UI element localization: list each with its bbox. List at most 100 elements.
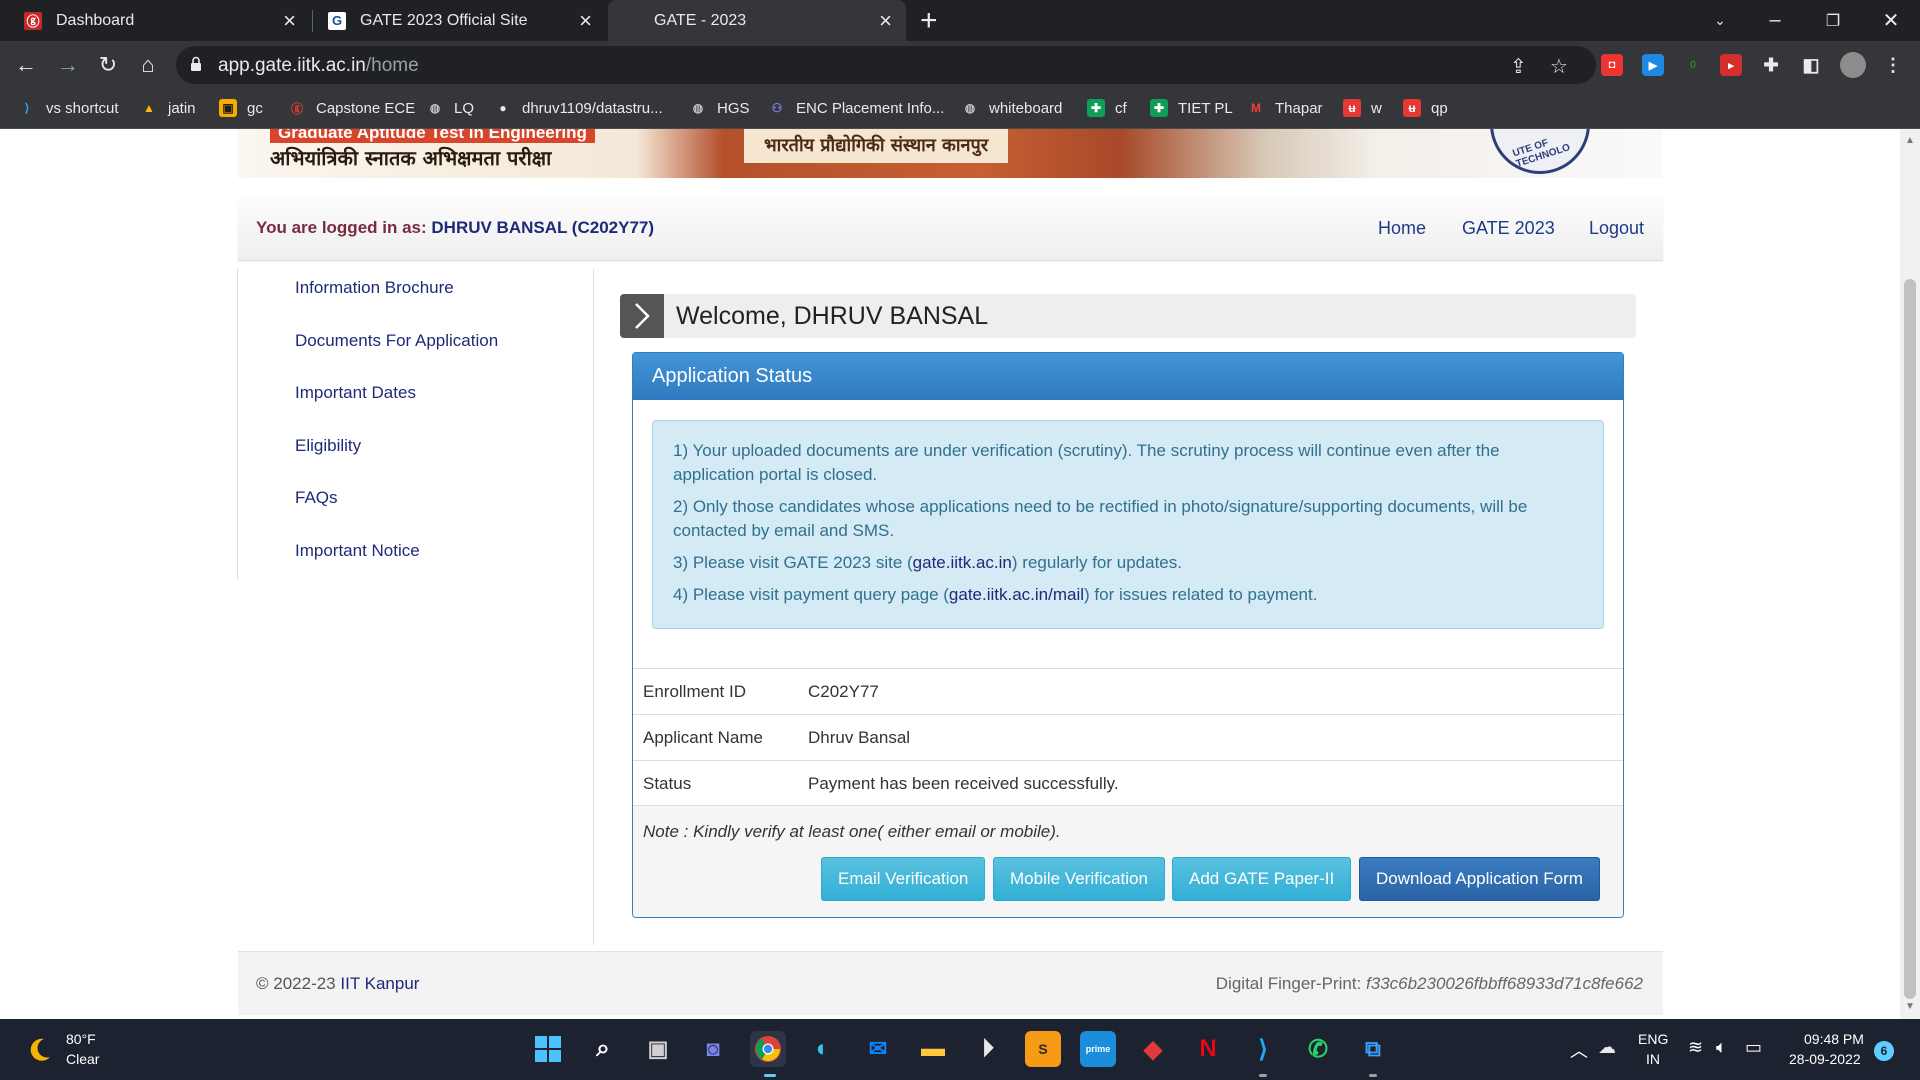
bookmark-tiet-pl[interactable]: ✚ TIET PL <box>1150 99 1233 117</box>
sublime-text-icon[interactable]: S <box>1025 1031 1061 1067</box>
page-viewport: Graduate Aptitude Test in Engineering अभ… <box>0 129 1900 1019</box>
bookmark-whiteboard[interactable]: ◍ whiteboard <box>961 99 1063 117</box>
profile-avatar[interactable] <box>1840 52 1866 78</box>
battery-icon[interactable]: ▭ <box>1745 1037 1762 1058</box>
counter-extension-icon[interactable]: 0 <box>1682 54 1704 76</box>
alert-text: 4) Please visit payment query page ( <box>673 585 949 604</box>
mobile-verification-button[interactable]: Mobile Verification <box>993 857 1165 901</box>
url-host: app.gate.iitk.ac.in <box>218 55 366 76</box>
chrome-icon[interactable] <box>750 1031 786 1067</box>
share-icon[interactable]: ⇪ <box>1510 54 1527 79</box>
bookmark-vs-shortcut[interactable]: ⟩ vs shortcut <box>18 99 119 117</box>
close-tab-icon[interactable]: × <box>879 8 892 34</box>
weather-temperature: 80°F <box>66 1031 96 1047</box>
bookmark-qp[interactable]: ʉ qp <box>1403 99 1448 117</box>
sidebar-item-faqs[interactable]: FAQs <box>295 488 338 508</box>
screen-recorder-icon[interactable]: ⧉ <box>1355 1031 1391 1067</box>
windows-start-icon[interactable] <box>530 1031 566 1067</box>
alert-line-4: 4) Please visit payment query page (gate… <box>673 583 1583 607</box>
application-status-panel: Application Status 1) Your uploaded docu… <box>632 352 1624 918</box>
bookmark-gc[interactable]: ▣ gc <box>219 99 263 117</box>
bookmark-enc-placement[interactable]: ⚇ ENC Placement Info... <box>768 99 945 117</box>
logged-in-label: You are logged in as: DHRUV BANSAL (C202… <box>256 218 654 238</box>
forward-arrow-icon[interactable]: → <box>52 49 84 81</box>
close-tab-icon[interactable]: × <box>283 8 296 34</box>
moon-icon[interactable] <box>24 1035 54 1065</box>
add-gate-paper-ii-button[interactable]: Add GATE Paper-II <box>1172 857 1352 901</box>
nav-gate-2023-link[interactable]: GATE 2023 <box>1462 218 1555 239</box>
clock-time[interactable]: 09:48 PM <box>1804 1031 1864 1047</box>
scroll-up-icon[interactable]: ▲ <box>1905 135 1915 146</box>
tab-gate-2023[interactable]: GATE - 2023 × <box>608 0 906 41</box>
home-icon[interactable]: ⌂ <box>132 49 164 81</box>
search-icon[interactable]: ⌕ <box>585 1031 621 1067</box>
tab-dashboard[interactable]: ⓖ Dashboard × <box>10 0 310 41</box>
sidebar-item-information-brochure[interactable]: Information Brochure <box>295 278 454 298</box>
gate-site-link[interactable]: gate.iitk.ac.in <box>913 553 1012 572</box>
volume-icon[interactable]: 🔈︎ <box>1716 1037 1727 1058</box>
chevron-up-icon[interactable]: ︿ <box>1570 1037 1588 1063</box>
chat-icon[interactable]: ◙ <box>695 1031 731 1067</box>
download-application-form-button[interactable]: Download Application Form <box>1359 857 1600 901</box>
edge-icon[interactable]: ◐ <box>805 1031 841 1067</box>
globe-icon: ◍ <box>429 101 441 115</box>
enrollment-id-value: C202Y77 <box>798 668 1623 715</box>
bookmark-thapar[interactable]: M Thapar <box>1247 99 1323 117</box>
tab-search-icon[interactable]: ⌄ <box>1695 0 1745 41</box>
email-verification-button[interactable]: Email Verification <box>821 857 986 901</box>
bookmark-cf[interactable]: ✚ cf <box>1087 99 1127 117</box>
screen-capture-extension-icon[interactable]: ▶ <box>1642 54 1664 76</box>
sidebar-item-important-notice[interactable]: Important Notice <box>295 541 420 561</box>
mail-icon[interactable]: ✉ <box>860 1031 896 1067</box>
bookmark-w[interactable]: ʉw <box>1343 99 1382 117</box>
chrome-menu-icon[interactable]: ⋮ <box>1882 54 1904 76</box>
nav-logout-link[interactable]: Logout <box>1589 218 1644 239</box>
bookmark-lq[interactable]: ◍ LQ <box>426 99 474 117</box>
scroll-down-icon[interactable]: ▼ <box>1905 1001 1915 1012</box>
tray-app-icon[interactable]: ☁ <box>1598 1037 1616 1058</box>
youtube-extension-icon[interactable]: ▸ <box>1720 54 1742 76</box>
region-indicator: IN <box>1646 1051 1660 1067</box>
drive-icon: ▲ <box>143 101 155 115</box>
bookmark-label: dhruv1109/datastru... <box>522 99 663 117</box>
payment-query-link[interactable]: gate.iitk.ac.in/mail <box>949 585 1084 604</box>
bookmark-hgs[interactable]: ◍ HGS <box>689 99 750 117</box>
restore-button[interactable]: ❐ <box>1808 0 1858 41</box>
bookmark-jatin[interactable]: ▲ jatin <box>140 99 195 117</box>
sidebar-item-important-dates[interactable]: Important Dates <box>295 383 416 403</box>
wifi-icon[interactable]: ≋ <box>1688 1037 1703 1058</box>
iit-kanpur-link[interactable]: IIT Kanpur <box>340 974 419 993</box>
vscode-icon[interactable]: ⟩ <box>1245 1031 1281 1067</box>
close-tab-icon[interactable]: × <box>579 8 592 34</box>
bookmark-star-icon[interactable]: ☆ <box>1550 54 1568 79</box>
media-player-icon[interactable]: ⏵ <box>970 1031 1006 1067</box>
notification-badge[interactable]: 6 <box>1874 1041 1894 1061</box>
bookmark-capstone-ece[interactable]: ⓖ Capstone ECE <box>288 99 415 117</box>
tab-title: Dashboard <box>56 11 135 29</box>
back-arrow-icon[interactable]: ← <box>10 49 42 81</box>
file-explorer-icon[interactable]: ▬ <box>915 1031 951 1067</box>
prime-video-icon[interactable]: prime <box>1080 1031 1116 1067</box>
new-tab-button[interactable]: + <box>920 4 938 38</box>
sidebar-item-eligibility[interactable]: Eligibility <box>295 436 361 456</box>
address-bar[interactable]: app.gate.iitk.ac.in/home ⇪ ☆ <box>176 46 1596 84</box>
page-scrollbar[interactable]: ▲ ▼ <box>1900 129 1920 1019</box>
whatsapp-icon[interactable]: ✆ <box>1300 1031 1336 1067</box>
reload-icon[interactable]: ↻ <box>92 49 124 81</box>
git-icon[interactable]: ◆ <box>1135 1031 1171 1067</box>
task-view-icon[interactable]: ▣ <box>640 1031 676 1067</box>
language-indicator[interactable]: ENG <box>1638 1031 1668 1047</box>
tab-gate-official-site[interactable]: G GATE 2023 Official Site × <box>314 0 606 41</box>
weather-condition: Clear <box>66 1051 100 1067</box>
close-window-button[interactable]: ✕ <box>1866 0 1916 41</box>
bookmark-datastructures[interactable]: ● dhruv1109/datastru... <box>494 99 663 117</box>
side-panel-icon[interactable]: ◧ <box>1800 54 1822 76</box>
minimize-button[interactable]: – <box>1750 0 1800 41</box>
netflix-icon[interactable]: N <box>1190 1031 1226 1067</box>
scroll-thumb[interactable] <box>1904 279 1916 999</box>
extensions-puzzle-icon[interactable]: ✚ <box>1760 54 1782 76</box>
clock-date[interactable]: 28-09-2022 <box>1789 1051 1861 1067</box>
nav-home-link[interactable]: Home <box>1378 218 1426 239</box>
pocket-extension-icon[interactable]: ◘ <box>1601 54 1623 76</box>
sidebar-item-documents[interactable]: Documents For Application <box>295 331 498 351</box>
